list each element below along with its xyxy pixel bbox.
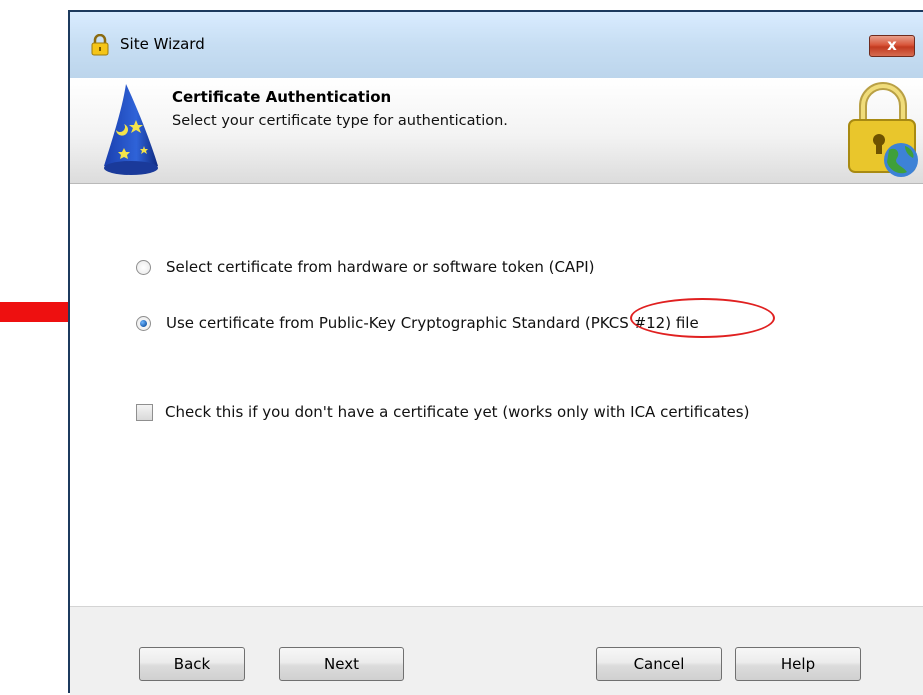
pkcs12-radio-label: Use certificate from Public-Key Cryptogr… bbox=[166, 314, 699, 332]
capi-option[interactable]: Select certificate from hardware or soft… bbox=[136, 258, 595, 276]
cancel-button[interactable]: Cancel bbox=[596, 647, 722, 681]
site-wizard-window: Site Wizard x Certificate Authentication… bbox=[68, 10, 923, 695]
window-title: Site Wizard bbox=[120, 35, 205, 53]
capi-radio[interactable] bbox=[136, 259, 151, 275]
wizard-body: Select certificate from hardware or soft… bbox=[70, 184, 923, 606]
pkcs12-label-prefix: Use certificate from Public-Key Cryptogr… bbox=[166, 314, 585, 332]
wizard-hat-icon bbox=[104, 84, 158, 175]
padlock-icon bbox=[91, 34, 109, 56]
pkcs12-option[interactable]: Use certificate from Public-Key Cryptogr… bbox=[136, 314, 699, 332]
no-certificate-checkbox[interactable] bbox=[136, 403, 153, 421]
header-title: Certificate Authentication bbox=[172, 88, 392, 106]
no-certificate-option[interactable]: Check this if you don't have a certifica… bbox=[136, 403, 749, 421]
close-icon: x bbox=[887, 36, 897, 54]
next-button[interactable]: Next bbox=[279, 647, 404, 681]
no-certificate-label: Check this if you don't have a certifica… bbox=[165, 403, 750, 421]
back-button[interactable]: Back bbox=[139, 647, 245, 681]
help-button[interactable]: Help bbox=[735, 647, 861, 681]
button-bar: Back Next Cancel Help bbox=[70, 606, 923, 695]
title-bar: Site Wizard x bbox=[70, 12, 923, 78]
header-subtitle: Select your certificate type for authent… bbox=[172, 113, 508, 129]
wizard-header: Certificate Authentication Select your c… bbox=[70, 78, 923, 184]
pkcs12-radio[interactable] bbox=[136, 315, 151, 331]
annotation-ellipse bbox=[630, 298, 775, 338]
lock-globe-icon bbox=[848, 82, 918, 177]
capi-radio-label: Select certificate from hardware or soft… bbox=[166, 258, 595, 276]
close-button[interactable]: x bbox=[869, 35, 915, 57]
